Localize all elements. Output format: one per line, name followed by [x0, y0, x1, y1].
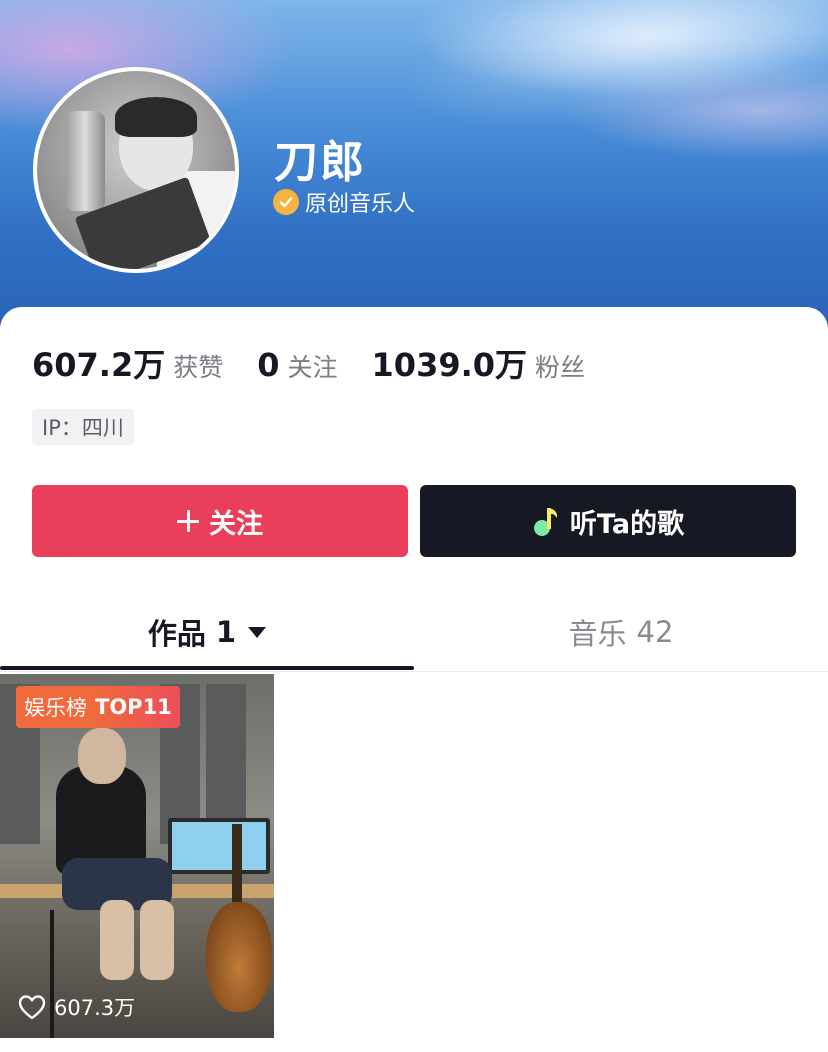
tab-works-label: 作品 [147, 617, 206, 651]
guitar-neck [232, 824, 242, 914]
header-light-streak [369, 0, 828, 173]
guitar-body [206, 902, 272, 1012]
avatar[interactable] [33, 67, 239, 273]
likes-count[interactable]: 607.2万 [32, 340, 165, 386]
followers-label: 粉丝 [535, 353, 586, 382]
likes-label: 获赞 [173, 353, 224, 382]
music-note-icon [533, 508, 558, 536]
listen-songs-label: 听Ta的歌 [569, 508, 685, 540]
ranking-badge-rank: TOP11 [93, 686, 180, 728]
video-likes-count: 607.3万 [54, 996, 136, 1020]
avatar-hair-shape [115, 97, 197, 137]
heart-icon [18, 995, 46, 1020]
verification-row: 原创音乐人 [273, 186, 415, 218]
person-leg [100, 900, 134, 980]
tab-works[interactable]: 作品 1 [0, 594, 414, 670]
following-count[interactable]: 0 [257, 346, 279, 384]
followers-count[interactable]: 1039.0万 [372, 340, 528, 386]
ranking-badge[interactable]: 娱乐榜 TOP11 [16, 686, 180, 728]
active-tab-indicator [0, 666, 414, 670]
content-tabs: 作品 1 音乐 42 [0, 594, 828, 672]
plus-icon [177, 510, 199, 532]
avatar-thermos-shape [65, 111, 105, 211]
profile-name: 刀郎 [274, 137, 366, 188]
listen-songs-button[interactable]: 听Ta的歌 [420, 485, 796, 557]
tab-music[interactable]: 音乐 42 [414, 594, 828, 670]
studio-monitor [168, 818, 270, 874]
verification-label: 原创音乐人 [305, 192, 416, 217]
tab-music-count: 42 [636, 615, 674, 649]
tab-works-count: 1 [215, 615, 237, 649]
following-label: 关注 [287, 353, 338, 382]
ranking-badge-label: 娱乐榜 [16, 686, 93, 728]
dropdown-caret-icon[interactable] [248, 626, 267, 638]
follow-button-label: 关注 [209, 508, 263, 540]
verified-check-icon [273, 189, 299, 215]
ip-location-tag: IP：四川 [32, 409, 134, 445]
video-likes: 607.3万 [18, 992, 135, 1022]
follow-button[interactable]: 关注 [32, 485, 408, 557]
person-leg [140, 900, 174, 980]
person-head [78, 728, 126, 784]
stats-row: 607.2万 获赞 0 关注 1039.0万 粉丝 [32, 340, 619, 386]
video-thumbnail[interactable] [0, 674, 274, 1038]
tab-music-label: 音乐 [568, 617, 627, 651]
